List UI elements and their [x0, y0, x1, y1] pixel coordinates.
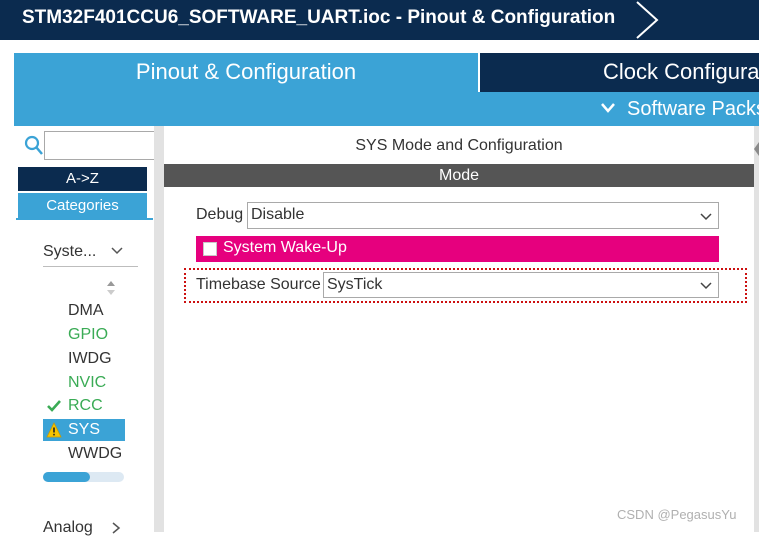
software-packs-label: Software Packs	[627, 98, 759, 120]
component-item-rcc[interactable]: RCC	[43, 395, 125, 417]
category-label: Analog	[43, 519, 93, 536]
component-label: RCC	[68, 397, 103, 414]
category-label: Syste...	[43, 243, 97, 260]
timebase-source-select[interactable]: SysTick	[323, 272, 719, 298]
component-item-gpio[interactable]: GPIO	[43, 324, 125, 346]
tab-pinout-configuration[interactable]: Pinout & Configuration	[14, 53, 478, 92]
component-label: GPIO	[68, 326, 109, 343]
sort-icon[interactable]	[105, 280, 117, 296]
component-item-dma[interactable]: DMA	[43, 300, 125, 322]
warning-icon	[46, 422, 62, 438]
chevron-right-icon	[112, 522, 121, 534]
tab-pinout-label: Pinout & Configuration	[135, 59, 357, 84]
debug-label: Debug	[196, 206, 244, 223]
mode-configuration-panel	[164, 130, 754, 532]
categories-button[interactable]: Categories	[18, 193, 147, 218]
system-wakeup-checkbox[interactable]	[203, 242, 217, 256]
categories-underline	[16, 218, 153, 220]
chevron-down-icon	[111, 247, 123, 255]
scrollbar-thumb[interactable]	[43, 472, 90, 482]
search-input[interactable]	[44, 131, 156, 160]
component-item-nvic[interactable]: NVIC	[43, 372, 125, 394]
sort-az-button[interactable]: A->Z	[18, 167, 147, 191]
tab-clock-label: Clock Configuration	[603, 59, 759, 84]
chevron-down-icon	[700, 282, 712, 290]
software-packs-menu[interactable]: Software Packs	[14, 92, 759, 126]
component-label: IWDG	[68, 350, 112, 367]
panel-title: SYS Mode and Configuration	[355, 137, 563, 154]
watermark: CSDN @PegasusYu	[617, 507, 737, 522]
breadcrumb-arrow-icon	[636, 1, 659, 39]
debug-select[interactable]: Disable	[247, 202, 719, 229]
mode-section-header[interactable]: Mode	[164, 164, 754, 187]
category-dropdown-system-core[interactable]: Syste...	[43, 240, 138, 267]
component-item-sys[interactable]: SYS	[43, 419, 125, 441]
component-label: DMA	[68, 302, 104, 319]
category-item-analog[interactable]: Analog	[43, 519, 138, 539]
component-item-wwdg[interactable]: WWDG	[43, 443, 125, 465]
component-label: NVIC	[68, 374, 107, 391]
right-panel-edge	[754, 126, 759, 532]
chevron-down-icon	[700, 213, 712, 221]
chevron-down-icon	[601, 103, 615, 113]
search-icon[interactable]	[24, 135, 44, 157]
system-wakeup-row[interactable]: System Wake-Up	[196, 236, 719, 262]
system-wakeup-label: System Wake-Up	[223, 239, 347, 256]
tab-clock-configuration[interactable]: Clock Configuration	[480, 53, 759, 92]
component-label: WWDG	[68, 445, 123, 462]
timebase-source-label: Timebase Source	[196, 276, 321, 293]
window-title: STM32F401CCU6_SOFTWARE_UART.ioc - Pinout…	[22, 7, 616, 28]
panel-splitter[interactable]	[154, 126, 164, 532]
checkmark-icon	[47, 400, 61, 412]
component-item-iwdg[interactable]: IWDG	[43, 348, 125, 370]
debug-value: Disable	[251, 206, 305, 223]
timebase-source-value: SysTick	[327, 276, 383, 293]
component-label: SYS	[68, 421, 101, 438]
